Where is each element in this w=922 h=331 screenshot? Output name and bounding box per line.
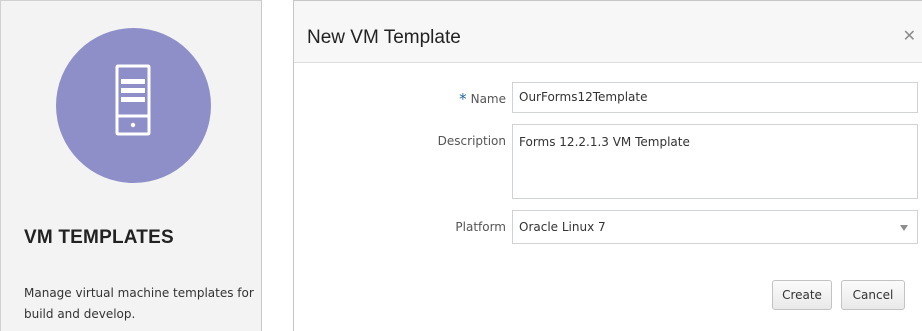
description-label: Description <box>437 134 506 148</box>
card-description: Manage virtual machine templates for bui… <box>24 286 254 321</box>
create-button[interactable]: Create <box>772 280 832 310</box>
dialog-title: New VM Template <box>307 27 461 48</box>
platform-label: Platform <box>455 220 506 234</box>
required-indicator: * <box>459 90 467 108</box>
cancel-button[interactable]: Cancel <box>841 280 905 310</box>
description-textarea[interactable]: Forms 12.2.1.3 VM Template <box>512 124 918 199</box>
vm-templates-card[interactable]: VM TEMPLATES Manage virtual machine temp… <box>0 0 262 331</box>
name-label: * Name <box>459 90 506 108</box>
new-vm-template-dialog: New VM Template ✕ * Name OurForms12Templa… <box>293 0 922 331</box>
name-input[interactable]: OurForms12Template <box>512 82 918 113</box>
server-tower-icon <box>56 28 211 183</box>
dialog-header: New VM Template ✕ <box>294 1 922 63</box>
chevron-down-icon <box>900 225 908 231</box>
platform-select[interactable]: Oracle Linux 7 <box>512 210 918 244</box>
card-title: VM TEMPLATES <box>24 227 174 248</box>
platform-selected-value: Oracle Linux 7 <box>519 220 606 234</box>
close-icon[interactable]: ✕ <box>903 28 916 44</box>
